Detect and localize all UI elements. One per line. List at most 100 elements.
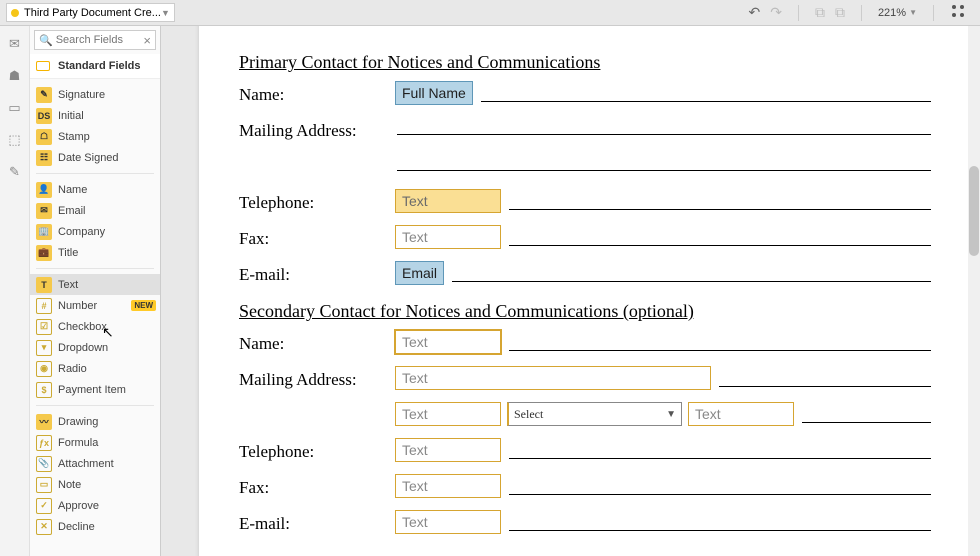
paste-icon[interactable]: ⧉ [835,4,845,21]
field-number[interactable]: #NumberNEW [30,295,160,316]
clear-search-icon[interactable]: × [143,33,151,48]
status-dot-icon [11,9,19,17]
caret-down-icon: ▼ [666,409,676,420]
label-name: Name: [239,81,395,105]
underline [452,264,931,282]
scrollbar-track[interactable] [968,26,980,556]
text-icon: T [36,277,52,293]
field-stamp[interactable]: ☖Stamp [30,126,160,147]
label-name2: Name: [239,330,395,354]
field-note[interactable]: ▭Note [30,474,160,495]
field-name[interactable]: 👤Name [30,179,160,200]
placed-field-mailing-state[interactable]: Select▼ [507,402,682,426]
field-signature[interactable]: ✎Signature [30,84,160,105]
divider [36,405,154,406]
field-initial[interactable]: DSInitial [30,105,160,126]
decline-icon: ✕ [36,519,52,535]
stamp-icon: ☖ [36,129,52,145]
fields-panel: 🔍 × Standard Fields ✎Signature DSInitial… [30,26,161,556]
document-page[interactable]: Primary Contact for Notices and Communic… [199,26,971,556]
folder-icon [36,61,50,71]
underline [509,192,931,210]
documents-icon[interactable]: ▭ [7,100,23,114]
copy-icon[interactable]: ⧉ [815,4,825,21]
number-icon: # [36,298,52,314]
field-approve[interactable]: ✓Approve [30,495,160,516]
left-rail: ✉ ☗ ▭ ⬚ ✎ [0,26,30,556]
briefcase-icon: 💼 [36,245,52,261]
search-fields[interactable]: 🔍 × [34,30,156,50]
placed-field-mailing-city[interactable]: Text [395,402,501,426]
field-date-signed[interactable]: ☷Date Signed [30,147,160,168]
field-checkbox[interactable]: ☑Checkbox [30,316,160,337]
underline [509,477,931,495]
field-drawing[interactable]: 〰Drawing [30,411,160,432]
envelope-icon[interactable]: ✉ [7,36,23,50]
document-canvas[interactable]: Primary Contact for Notices and Communic… [161,26,980,556]
redo-icon[interactable]: ↷ [770,4,782,21]
undo-icon[interactable]: ↶ [748,4,760,21]
divider [36,173,154,174]
placed-field-fax2[interactable]: Text [395,474,501,498]
approve-icon: ✓ [36,498,52,514]
initial-icon: DS [36,108,52,124]
email-icon: ✉ [36,203,52,219]
label-email2: E-mail: [239,510,395,534]
placed-field-fax[interactable]: Text [395,225,501,249]
field-formula[interactable]: ƒxFormula [30,432,160,453]
search-input[interactable] [56,34,144,46]
attachment-icon: 📎 [36,456,52,472]
field-dropdown[interactable]: ▾Dropdown [30,337,160,358]
underline [397,153,931,171]
section-heading-primary: Primary Contact for Notices and Communic… [239,52,931,73]
edit-icon[interactable]: ✎ [7,164,23,178]
underline [509,513,931,531]
recipients-icon[interactable]: ☗ [7,68,23,82]
field-title[interactable]: 💼Title [30,242,160,263]
underline [802,405,931,423]
underline [509,333,931,351]
document-title: Third Party Document Cre... [24,7,161,19]
placed-field-fullname[interactable]: Full Name [395,81,473,105]
person-icon: 👤 [36,182,52,198]
label-fax2: Fax: [239,474,395,498]
label-fax: Fax: [239,225,395,249]
separator [798,5,799,21]
underline [481,84,931,102]
field-decline[interactable]: ✕Decline [30,516,160,537]
label-mailing: Mailing Address: [239,117,395,141]
field-company[interactable]: 🏢Company [30,221,160,242]
placed-field-telephone[interactable]: Text [395,189,501,213]
scrollbar-thumb[interactable] [969,166,979,256]
field-email[interactable]: ✉Email [30,200,160,221]
field-attachment[interactable]: 📎Attachment [30,453,160,474]
placed-field-mailing-zip[interactable]: Text [688,402,794,426]
radio-icon: ◉ [36,361,52,377]
placed-field-mailing-street[interactable]: Text [395,366,711,390]
field-text[interactable]: TText [30,274,160,295]
zoom-dropdown[interactable]: 221%▼ [878,7,917,19]
new-badge: NEW [131,300,156,311]
placed-field-email2[interactable]: Text [395,510,501,534]
label-telephone: Telephone: [239,189,395,213]
settings-icon[interactable] [950,3,966,22]
underline [397,117,931,135]
field-payment-item[interactable]: $Payment Item [30,379,160,400]
note-icon: ▭ [36,477,52,493]
label-telephone2: Telephone: [239,438,395,462]
drawing-icon: 〰 [36,414,52,430]
document-dropdown[interactable]: Third Party Document Cre... ▼ [6,3,175,22]
placed-field-email[interactable]: Email [395,261,444,285]
caret-down-icon: ▼ [161,8,170,18]
company-icon: 🏢 [36,224,52,240]
underline [509,228,931,246]
underline [509,441,931,459]
placed-field-telephone2[interactable]: Text [395,438,501,462]
label-mailing2: Mailing Address: [239,366,395,390]
comments-icon[interactable]: ⬚ [7,132,23,146]
field-radio[interactable]: ◉Radio [30,358,160,379]
separator [933,5,934,21]
calendar-icon: ☷ [36,150,52,166]
signature-icon: ✎ [36,87,52,103]
placed-field-name2[interactable]: Text [395,330,501,354]
